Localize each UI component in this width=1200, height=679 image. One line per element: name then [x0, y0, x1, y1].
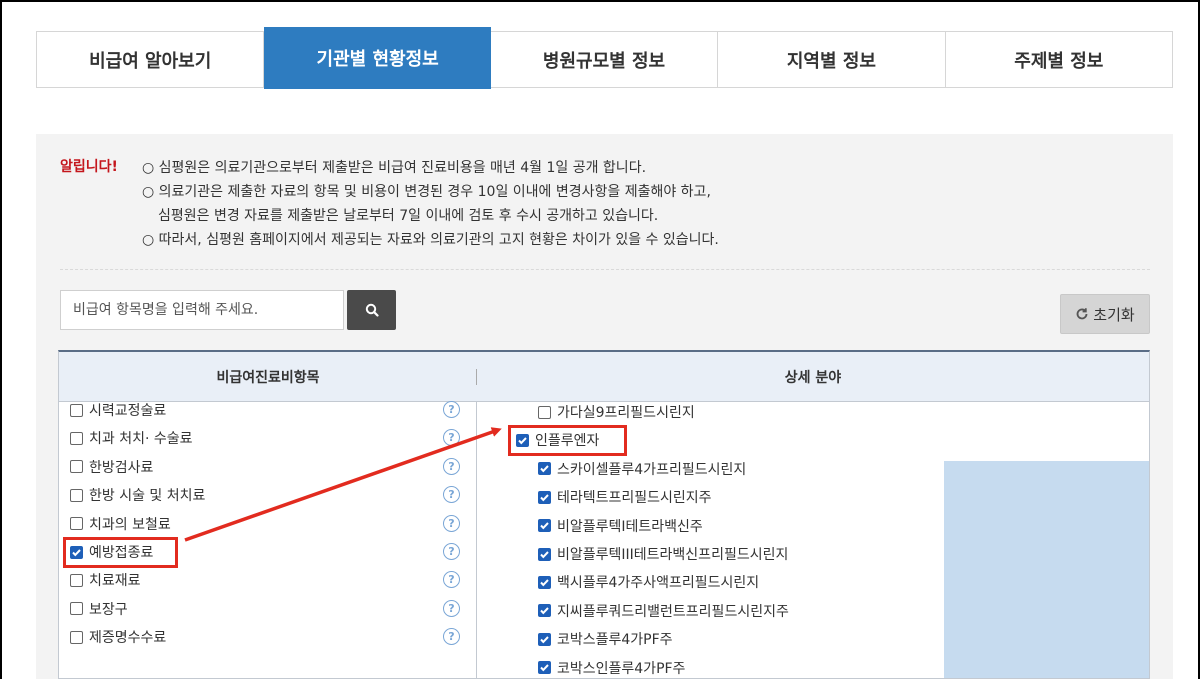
item-label: 한방검사료 [89, 459, 154, 476]
detail-label: 코박스플루4가PF주 [557, 632, 673, 649]
refresh-icon [1076, 308, 1088, 320]
detail-label: 테라텍트프리필드시린지주 [557, 490, 712, 507]
list-item[interactable]: 비알플루텍I테트라백신주 [538, 513, 703, 539]
list-item[interactable]: 한방 시술 및 처치료 [70, 482, 205, 508]
checkbox[interactable] [538, 604, 551, 618]
checkbox[interactable] [70, 573, 83, 587]
list-item[interactable]: 한방검사료 [70, 454, 153, 480]
list-item[interactable]: 시력교정술료 [70, 397, 166, 423]
help-icon[interactable]: ? [443, 514, 460, 532]
help-icon[interactable]: ? [443, 457, 460, 475]
checkbox[interactable] [538, 462, 551, 476]
notice-line: ○ 의료기관은 제출한 자료의 항목 및 비용이 변경된 경우 10일 이내에 … [142, 184, 711, 200]
detail-list: 가다실9프리필드시린지 인플루엔자 스카이셀플루4가프리필드시린지 테라텍트프리필드시… [477, 402, 1149, 678]
header-items: 비급여진료비항목 [59, 352, 477, 401]
tab-hospital-size[interactable]: 병원규모별 정보 [491, 32, 719, 87]
list-item[interactable]: 백시플루4가주사액프리필드시린지 [538, 569, 759, 595]
list-item[interactable]: 제증명수수료 [70, 624, 166, 650]
list-item[interactable]: 코박스플루4가PF주 [538, 626, 673, 652]
checkbox[interactable] [538, 547, 551, 561]
header-detail: 상세 분야 [784, 369, 842, 386]
tab-institution-status[interactable]: 기관별 현황정보 [264, 27, 491, 89]
checkbox[interactable] [538, 632, 551, 646]
item-label: 한방 시술 및 처치료 [89, 488, 206, 505]
help-icon[interactable]: ? [443, 401, 460, 418]
checkbox[interactable] [538, 661, 551, 675]
detail-label: 비알플루텍III테트라백신프리필드시린지 [557, 547, 789, 563]
checkbox[interactable] [70, 517, 83, 531]
highlight-box [63, 537, 178, 568]
checkbox[interactable] [70, 488, 83, 502]
list-item[interactable]: 스카이셀플루4가프리필드시린지 [538, 456, 746, 482]
help-icon[interactable]: ? [443, 628, 460, 646]
list-item[interactable]: 치료재료 [70, 567, 141, 593]
list-item[interactable]: 보장구 [70, 596, 128, 622]
help-icon[interactable]: ? [443, 429, 460, 447]
item-label: 제증명수수료 [89, 630, 167, 647]
help-icon[interactable]: ? [443, 486, 460, 504]
item-label: 치과의 보철료 [89, 516, 171, 533]
checkbox[interactable] [70, 630, 83, 644]
help-icon[interactable]: ? [443, 599, 460, 617]
tab-bar: 비급여 알아보기 기관별 현황정보 병원규모별 정보 지역별 정보 주제별 정보 [36, 27, 1173, 89]
table-body: 시력교정술료? 치과 처치· 수술료? 한방검사료? 한방 시술 및 처치료? 치과의 … [59, 401, 1149, 678]
detail-label: 비알플루텍I테트라백신주 [557, 518, 703, 535]
list-item[interactable]: 치과 처치· 수술료 [70, 425, 193, 451]
item-label: 치과 처치· 수술료 [89, 431, 193, 448]
help-icon[interactable]: ? [443, 571, 460, 589]
item-label: 치료재료 [89, 573, 141, 590]
item-list: 시력교정술료? 치과 처치· 수술료? 한방검사료? 한방 시술 및 처치료? 치과의 … [59, 401, 477, 678]
tab-noncovered-intro[interactable]: 비급여 알아보기 [37, 32, 265, 87]
list-item[interactable]: 테라텍트프리필드시린지주 [538, 484, 712, 510]
help-icon[interactable]: ? [443, 543, 460, 560]
notice-line: ○ 따라서, 심평원 홈페이지에서 제공되는 자료와 의료기관의 고지 현황은 … [142, 232, 719, 248]
tab-topic[interactable]: 주제별 정보 [946, 32, 1172, 87]
checkbox[interactable] [70, 602, 83, 616]
checkbox[interactable] [538, 519, 551, 533]
checkbox[interactable] [538, 405, 551, 419]
checkbox[interactable] [538, 575, 551, 589]
checkbox[interactable] [70, 460, 83, 474]
notice-label: 알립니다! [60, 159, 118, 175]
notice-line: ○ 심평원은 의료기관으로부터 제출받은 비급여 진료비용을 매년 4월 1일 … [142, 160, 647, 176]
search-input[interactable] [60, 290, 344, 330]
list-item[interactable]: 지씨플루쿼드리밸런트프리필드시린지주 [538, 598, 789, 624]
item-table: 비급여진료비항목 상세 분야 시력교정술료? 치과 처치· 수술료? 한방검사료? 한… [58, 350, 1150, 679]
notice-text: ○ 심평원은 의료기관으로부터 제출받은 비급여 진료비용을 매년 4월 1일 … [142, 156, 719, 252]
item-label: 시력교정술료 [89, 403, 167, 419]
notice-line: 심평원은 변경 자료를 제출받은 날로부터 7일 이내에 검토 후 수시 공개하… [158, 208, 659, 224]
detail-label: 가다실9프리필드시린지 [557, 405, 695, 421]
tab-region[interactable]: 지역별 정보 [718, 32, 946, 87]
list-item[interactable]: 치과의 보철료 [70, 511, 171, 537]
list-item[interactable]: 가다실9프리필드시린지 [538, 399, 695, 425]
list-item[interactable]: 코박스인플루4가PF주 [538, 655, 686, 678]
reset-label: 초기화 [1093, 305, 1135, 324]
detail-label: 백시플루4가주사액프리필드시린지 [557, 575, 760, 592]
selected-area [944, 461, 1149, 678]
checkbox[interactable] [538, 490, 551, 504]
item-label: 보장구 [89, 601, 128, 618]
detail-label: 지씨플루쿼드리밸런트프리필드시린지주 [557, 603, 789, 620]
checkbox[interactable] [70, 403, 83, 417]
notice-box: 알립니다! ○ 심평원은 의료기관으로부터 제출받은 비급여 진료비용을 매년 … [60, 152, 1150, 270]
content-panel: 알립니다! ○ 심평원은 의료기관으로부터 제출받은 비급여 진료비용을 매년 … [36, 134, 1173, 679]
table-header: 비급여진료비항목 상세 분야 [59, 352, 1149, 402]
checkbox[interactable] [70, 431, 83, 445]
highlight-box [508, 425, 627, 457]
search-icon [365, 303, 379, 317]
detail-label: 스카이셀플루4가프리필드시린지 [557, 461, 747, 478]
list-item[interactable]: 비알플루텍III테트라백신프리필드시린지 [538, 541, 788, 567]
reset-button[interactable]: 초기화 [1060, 294, 1150, 334]
detail-label: 코박스인플루4가PF주 [557, 660, 686, 677]
search-button[interactable] [347, 290, 396, 330]
